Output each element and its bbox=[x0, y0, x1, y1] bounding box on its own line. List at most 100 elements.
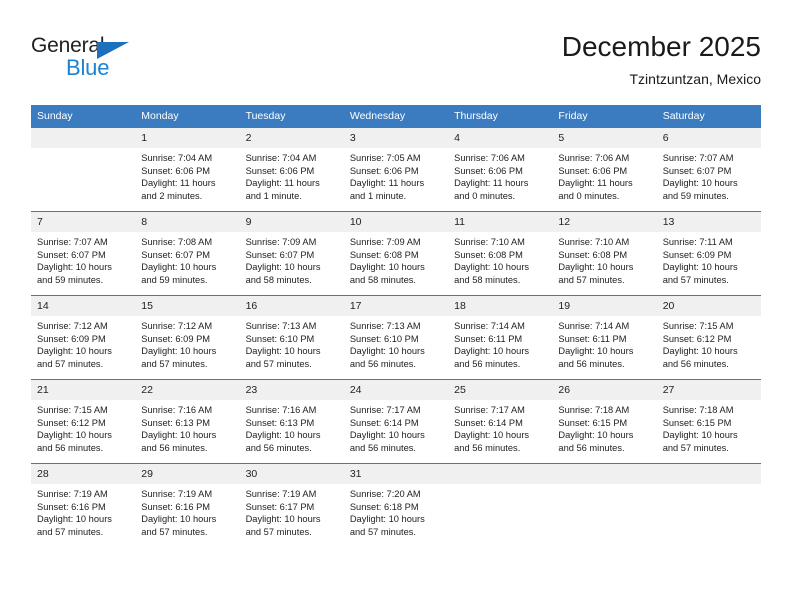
calendar-day-cell[interactable]: 29 Sunrise: 7:19 AM Sunset: 6:16 PM Dayligh… bbox=[135, 463, 240, 547]
daylight-text: Daylight: 10 hours and 56 minutes. bbox=[662, 346, 738, 369]
calendar-day-cell[interactable]: 12 Sunrise: 7:10 AM Sunset: 6:08 PM Dayligh… bbox=[552, 211, 657, 295]
sunrise-text: Sunrise: 7:10 AM bbox=[558, 237, 630, 247]
day-number: 17 bbox=[343, 296, 449, 316]
sunset-text: Sunset: 6:08 PM bbox=[454, 249, 523, 260]
day-number: 10 bbox=[343, 212, 449, 232]
day-number: 14 bbox=[31, 296, 136, 316]
calendar-day-cell[interactable]: 20 Sunrise: 7:15 AM Sunset: 6:12 PM Dayligh… bbox=[656, 295, 761, 379]
day-number: 12 bbox=[552, 212, 657, 232]
calendar-cell-inner bbox=[656, 463, 761, 547]
calendar-day-cell[interactable]: 26 Sunrise: 7:18 AM Sunset: 6:15 PM Dayligh… bbox=[552, 379, 657, 463]
calendar-cell-inner: 17 Sunrise: 7:13 AM Sunset: 6:10 PM Dayligh… bbox=[343, 295, 449, 379]
calendar-cell-inner: 24 Sunrise: 7:17 AM Sunset: 6:14 PM Dayligh… bbox=[343, 379, 449, 463]
calendar-day-cell[interactable]: 4 Sunrise: 7:06 AM Sunset: 6:06 PM Daylight… bbox=[448, 127, 553, 211]
day-details: Sunrise: 7:17 AM Sunset: 6:14 PM Daylight:… bbox=[344, 400, 448, 462]
sunset-text: Sunset: 6:06 PM bbox=[349, 165, 419, 176]
calendar-day-cell[interactable]: 8 Sunrise: 7:08 AM Sunset: 6:07 PM Daylight… bbox=[135, 211, 240, 295]
calendar-cell-empty bbox=[448, 463, 553, 547]
daylight-text: Daylight: 10 hours and 57 minutes. bbox=[662, 430, 738, 453]
daylight-text: Daylight: 10 hours and 57 minutes. bbox=[37, 346, 112, 369]
sunrise-text: Sunrise: 7:19 AM bbox=[245, 489, 317, 499]
day-details: Sunrise: 7:18 AM Sunset: 6:15 PM Daylight:… bbox=[657, 400, 761, 462]
calendar-day-cell[interactable]: 23 Sunrise: 7:16 AM Sunset: 6:13 PM Dayligh… bbox=[239, 379, 344, 463]
daylight-text: Daylight: 11 hours and 1 minute. bbox=[245, 178, 320, 201]
sunset-text: Sunset: 6:07 PM bbox=[245, 249, 315, 260]
logo-word-blue: Blue bbox=[66, 55, 110, 80]
sunset-text: Sunset: 6:08 PM bbox=[558, 249, 628, 260]
sunrise-text: Sunrise: 7:13 AM bbox=[245, 321, 317, 331]
day-details bbox=[552, 484, 656, 496]
calendar-cell-inner: 15 Sunrise: 7:12 AM Sunset: 6:09 PM Dayligh… bbox=[135, 295, 240, 379]
day-details: Sunrise: 7:11 AM Sunset: 6:09 PM Daylight:… bbox=[657, 232, 761, 294]
calendar-day-cell[interactable]: 1 Sunrise: 7:04 AM Sunset: 6:06 PM Daylight… bbox=[135, 127, 240, 211]
weekday-header-wednesday: Wednesday bbox=[343, 105, 449, 127]
sunset-text: Sunset: 6:09 PM bbox=[37, 333, 106, 344]
daylight-text: Daylight: 10 hours and 57 minutes. bbox=[245, 346, 321, 369]
sunrise-text: Sunrise: 7:07 AM bbox=[37, 237, 108, 247]
day-number: 2 bbox=[239, 128, 344, 148]
calendar-day-cell[interactable]: 17 Sunrise: 7:13 AM Sunset: 6:10 PM Dayligh… bbox=[343, 295, 449, 379]
calendar-week-row: 21 Sunrise: 7:15 AM Sunset: 6:12 PM Dayligh… bbox=[31, 379, 761, 463]
calendar-day-cell[interactable]: 19 Sunrise: 7:14 AM Sunset: 6:11 PM Dayligh… bbox=[552, 295, 657, 379]
sunrise-text: Sunrise: 7:13 AM bbox=[349, 321, 421, 331]
daylight-text: Daylight: 10 hours and 57 minutes. bbox=[141, 514, 217, 537]
calendar-cell-inner: 26 Sunrise: 7:18 AM Sunset: 6:15 PM Dayligh… bbox=[552, 379, 657, 463]
sunrise-text: Sunrise: 7:17 AM bbox=[454, 405, 525, 415]
sunset-text: Sunset: 6:15 PM bbox=[558, 417, 628, 428]
calendar-day-cell[interactable]: 21 Sunrise: 7:15 AM Sunset: 6:12 PM Dayligh… bbox=[31, 379, 136, 463]
sunset-text: Sunset: 6:09 PM bbox=[662, 249, 732, 260]
calendar-day-cell[interactable]: 3 Sunrise: 7:05 AM Sunset: 6:06 PM Daylight… bbox=[343, 127, 449, 211]
calendar-day-cell[interactable]: 30 Sunrise: 7:19 AM Sunset: 6:17 PM Dayligh… bbox=[239, 463, 344, 547]
calendar-cell-inner: 9 Sunrise: 7:09 AM Sunset: 6:07 PM Daylight… bbox=[239, 211, 344, 295]
sunset-text: Sunset: 6:16 PM bbox=[141, 501, 211, 512]
sunset-text: Sunset: 6:13 PM bbox=[245, 417, 315, 428]
calendar-day-cell[interactable]: 31 Sunrise: 7:20 AM Sunset: 6:18 PM Dayligh… bbox=[343, 463, 449, 547]
day-details: Sunrise: 7:06 AM Sunset: 6:06 PM Daylight:… bbox=[552, 148, 656, 210]
calendar-day-cell[interactable]: 11 Sunrise: 7:10 AM Sunset: 6:08 PM Dayligh… bbox=[448, 211, 553, 295]
calendar-day-cell[interactable]: 22 Sunrise: 7:16 AM Sunset: 6:13 PM Dayligh… bbox=[135, 379, 240, 463]
calendar-day-cell[interactable]: 24 Sunrise: 7:17 AM Sunset: 6:14 PM Dayligh… bbox=[343, 379, 449, 463]
sunset-text: Sunset: 6:16 PM bbox=[37, 501, 106, 512]
calendar-day-cell[interactable]: 7 Sunrise: 7:07 AM Sunset: 6:07 PM Daylight… bbox=[31, 211, 136, 295]
day-number: 27 bbox=[656, 380, 761, 400]
daylight-text: Daylight: 10 hours and 57 minutes. bbox=[662, 262, 738, 285]
calendar-day-cell[interactable]: 9 Sunrise: 7:09 AM Sunset: 6:07 PM Daylight… bbox=[239, 211, 344, 295]
calendar-day-cell[interactable]: 15 Sunrise: 7:12 AM Sunset: 6:09 PM Dayligh… bbox=[135, 295, 240, 379]
sunset-text: Sunset: 6:06 PM bbox=[454, 165, 523, 176]
calendar-day-cell[interactable]: 28 Sunrise: 7:19 AM Sunset: 6:16 PM Dayligh… bbox=[31, 463, 136, 547]
sunrise-text: Sunrise: 7:18 AM bbox=[558, 405, 630, 415]
day-details: Sunrise: 7:13 AM Sunset: 6:10 PM Daylight:… bbox=[240, 316, 344, 378]
day-number bbox=[31, 128, 136, 148]
calendar-day-cell[interactable]: 25 Sunrise: 7:17 AM Sunset: 6:14 PM Dayligh… bbox=[448, 379, 553, 463]
day-details: Sunrise: 7:06 AM Sunset: 6:06 PM Daylight:… bbox=[448, 148, 552, 210]
calendar-cell-inner: 7 Sunrise: 7:07 AM Sunset: 6:07 PM Daylight… bbox=[31, 211, 136, 295]
daylight-text: Daylight: 10 hours and 58 minutes. bbox=[349, 262, 425, 285]
day-details bbox=[448, 484, 552, 496]
daylight-text: Daylight: 11 hours and 1 minute. bbox=[349, 178, 425, 201]
calendar-day-cell[interactable]: 5 Sunrise: 7:06 AM Sunset: 6:06 PM Daylight… bbox=[552, 127, 657, 211]
calendar-day-cell[interactable]: 2 Sunrise: 7:04 AM Sunset: 6:06 PM Daylight… bbox=[239, 127, 344, 211]
calendar-day-cell[interactable]: 14 Sunrise: 7:12 AM Sunset: 6:09 PM Dayligh… bbox=[31, 295, 136, 379]
calendar-day-cell[interactable]: 18 Sunrise: 7:14 AM Sunset: 6:11 PM Dayligh… bbox=[448, 295, 553, 379]
sunrise-text: Sunrise: 7:09 AM bbox=[349, 237, 421, 247]
calendar-day-cell[interactable]: 27 Sunrise: 7:18 AM Sunset: 6:15 PM Dayligh… bbox=[656, 379, 761, 463]
sunrise-text: Sunrise: 7:09 AM bbox=[245, 237, 317, 247]
calendar-table: Sunday Monday Tuesday Wednesday Thursday Frid… bbox=[31, 105, 761, 547]
sunset-text: Sunset: 6:18 PM bbox=[349, 501, 419, 512]
general-blue-logo[interactable]: General Blue bbox=[31, 34, 211, 90]
calendar-cell-inner: 1 Sunrise: 7:04 AM Sunset: 6:06 PM Daylight… bbox=[135, 127, 240, 211]
sunset-text: Sunset: 6:06 PM bbox=[141, 165, 211, 176]
daylight-text: Daylight: 10 hours and 58 minutes. bbox=[245, 262, 321, 285]
sunrise-text: Sunrise: 7:19 AM bbox=[37, 489, 108, 499]
day-details: Sunrise: 7:17 AM Sunset: 6:14 PM Daylight:… bbox=[448, 400, 552, 462]
day-details: Sunrise: 7:14 AM Sunset: 6:11 PM Daylight:… bbox=[552, 316, 656, 378]
calendar-day-cell[interactable]: 10 Sunrise: 7:09 AM Sunset: 6:08 PM Dayligh… bbox=[343, 211, 449, 295]
sunrise-text: Sunrise: 7:16 AM bbox=[245, 405, 317, 415]
calendar-day-cell[interactable]: 6 Sunrise: 7:07 AM Sunset: 6:07 PM Daylight… bbox=[656, 127, 761, 211]
calendar-day-cell[interactable]: 16 Sunrise: 7:13 AM Sunset: 6:10 PM Dayligh… bbox=[239, 295, 344, 379]
day-number: 30 bbox=[239, 464, 344, 484]
day-details: Sunrise: 7:16 AM Sunset: 6:13 PM Daylight:… bbox=[240, 400, 344, 462]
day-number: 9 bbox=[239, 212, 344, 232]
sunset-text: Sunset: 6:09 PM bbox=[141, 333, 211, 344]
calendar-day-cell[interactable]: 13 Sunrise: 7:11 AM Sunset: 6:09 PM Dayligh… bbox=[656, 211, 761, 295]
